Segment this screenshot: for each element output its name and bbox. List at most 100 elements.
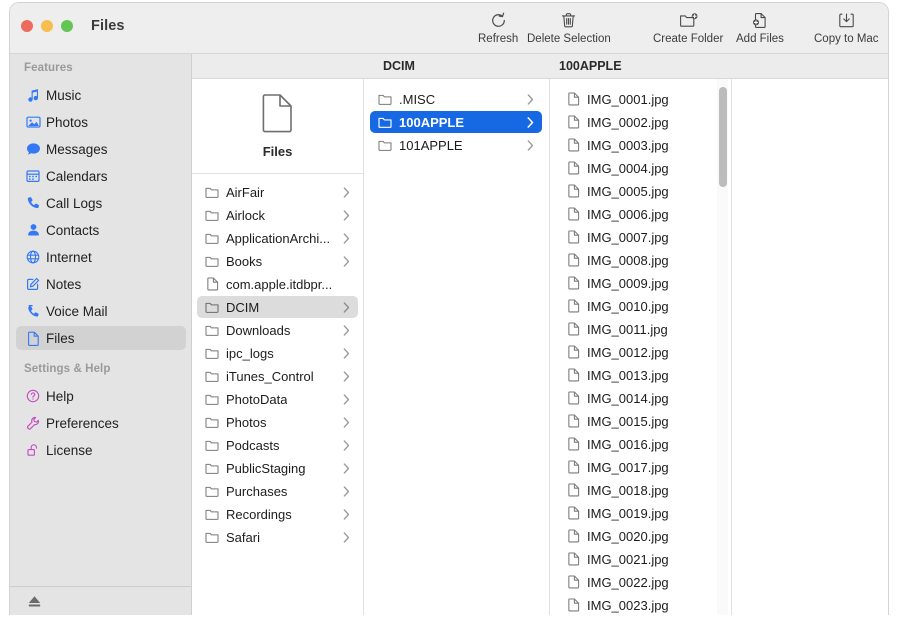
chevron-right-icon [343,508,350,520]
file-icon [565,322,582,337]
list-item[interactable]: Podcasts [197,434,358,456]
list-item[interactable]: Downloads [197,319,358,341]
file-icon [565,368,582,383]
folder-icon [204,461,221,476]
folder-icon [204,369,221,384]
list-item[interactable]: IMG_0021.jpg [558,548,718,570]
list-item[interactable]: Safari [197,526,358,548]
sidebar-item-notes[interactable]: Notes [16,272,186,296]
list-item-label: 101APPLE [399,137,463,153]
refresh-button[interactable]: Refresh [478,9,518,45]
list-item-label: IMG_0007.jpg [587,229,669,245]
maximize-window-button[interactable] [61,20,73,32]
list-item[interactable]: Airlock [197,204,358,226]
chevron-right-icon [343,186,350,198]
list-item-label: PhotoData [226,391,288,407]
list-item[interactable]: DCIM [197,296,358,318]
globe-icon [22,249,44,265]
file-icon [565,437,582,452]
file-icon [565,552,582,567]
list-item[interactable]: IMG_0004.jpg [558,157,718,179]
list-item-label: 100APPLE [399,114,465,130]
refresh-icon [489,9,508,31]
list-item[interactable]: IMG_0014.jpg [558,387,718,409]
list-item-label: ipc_logs [226,345,274,361]
scrollbar-thumb[interactable] [719,87,727,187]
browser-column-dcim: .MISC 100APPLE 101APPLE [364,79,550,615]
sidebar-item-files[interactable]: Files [16,326,186,350]
list-item[interactable]: IMG_0009.jpg [558,272,718,294]
wrench-icon [22,415,44,431]
list-item[interactable]: ApplicationArchi... [197,227,358,249]
list-item[interactable]: Purchases [197,480,358,502]
list-item[interactable]: IMG_0016.jpg [558,433,718,455]
list-item[interactable]: IMG_0001.jpg [558,88,718,110]
list-item[interactable]: IMG_0013.jpg [558,364,718,386]
list-item-label: AirFair [226,184,265,200]
list-item-label: IMG_0002.jpg [587,114,669,130]
list-item[interactable]: IMG_0002.jpg [558,111,718,133]
list-item[interactable]: IMG_0023.jpg [558,594,718,615]
chevron-right-icon [343,370,350,382]
list-item[interactable]: IMG_0022.jpg [558,571,718,593]
sidebar-item-music[interactable]: Music [16,83,186,107]
list-item-label: Books [226,253,263,269]
list-item[interactable]: IMG_0020.jpg [558,525,718,547]
folder-plus-icon [678,9,699,31]
list-item[interactable]: 101APPLE [370,134,542,156]
list-item[interactable]: Recordings [197,503,358,525]
list-item-label: Podcasts [226,437,280,453]
sidebar-item-preferences[interactable]: Preferences [16,411,186,435]
list-item-label: Safari [226,529,260,545]
list-item[interactable]: iTunes_Control [197,365,358,387]
copy-to-mac-button[interactable]: Copy to Mac [814,9,879,45]
list-item[interactable]: Photos [197,411,358,433]
sidebar-item-help[interactable]: Help [16,384,186,408]
chevron-right-icon [343,209,350,221]
close-window-button[interactable] [21,20,33,32]
list-item[interactable]: IMG_0008.jpg [558,249,718,271]
list-item[interactable]: IMG_0003.jpg [558,134,718,156]
folder-icon [204,415,221,430]
sidebar-item-call-logs[interactable]: Call Logs [16,191,186,215]
list-item-label: IMG_0003.jpg [587,137,669,153]
list-item[interactable]: Books [197,250,358,272]
list-item[interactable]: IMG_0015.jpg [558,410,718,432]
sidebar-item-photos[interactable]: Photos [16,110,186,134]
list-item[interactable]: IMG_0019.jpg [558,502,718,524]
browser-column-100apple: IMG_0001.jpg IMG_0002.jpg IMG_0003.jpg I… [550,79,732,615]
minimize-window-button[interactable] [41,20,53,32]
list-item[interactable]: ipc_logs [197,342,358,364]
delete-selection-button[interactable]: Delete Selection [527,9,611,45]
file-icon [565,299,582,314]
list-item[interactable]: IMG_0018.jpg [558,479,718,501]
list-item[interactable]: IMG_0010.jpg [558,295,718,317]
file-icon [565,460,582,475]
list-item[interactable]: 100APPLE [370,111,542,133]
list-item[interactable]: PublicStaging [197,457,358,479]
sidebar-item-internet[interactable]: Internet [16,245,186,269]
sidebar-item-voice-mail[interactable]: Voice Mail [16,299,186,323]
download-tray-icon [837,9,856,31]
file-icon [261,93,295,138]
list-item[interactable]: IMG_0012.jpg [558,341,718,363]
create-folder-button[interactable]: Create Folder [653,9,723,45]
folder-icon [377,115,394,130]
sidebar-item-calendars[interactable]: Calendars [16,164,186,188]
sidebar-item-license[interactable]: License [16,438,186,462]
eject-icon[interactable] [26,594,43,609]
list-item[interactable]: IMG_0011.jpg [558,318,718,340]
list-item[interactable]: IMG_0017.jpg [558,456,718,478]
list-item[interactable]: com.apple.itdbpr... [197,273,358,295]
sidebar-item-contacts[interactable]: Contacts [16,218,186,242]
title-bar: Files Refresh Delete Selection Create Fo… [10,3,888,54]
list-item[interactable]: IMG_0006.jpg [558,203,718,225]
list-item[interactable]: PhotoData [197,388,358,410]
voicemail-icon [22,303,44,319]
list-item[interactable]: .MISC [370,88,542,110]
list-item[interactable]: IMG_0007.jpg [558,226,718,248]
add-files-button[interactable]: Add Files [736,9,784,45]
sidebar-item-messages[interactable]: Messages [16,137,186,161]
list-item[interactable]: IMG_0005.jpg [558,180,718,202]
list-item[interactable]: AirFair [197,181,358,203]
